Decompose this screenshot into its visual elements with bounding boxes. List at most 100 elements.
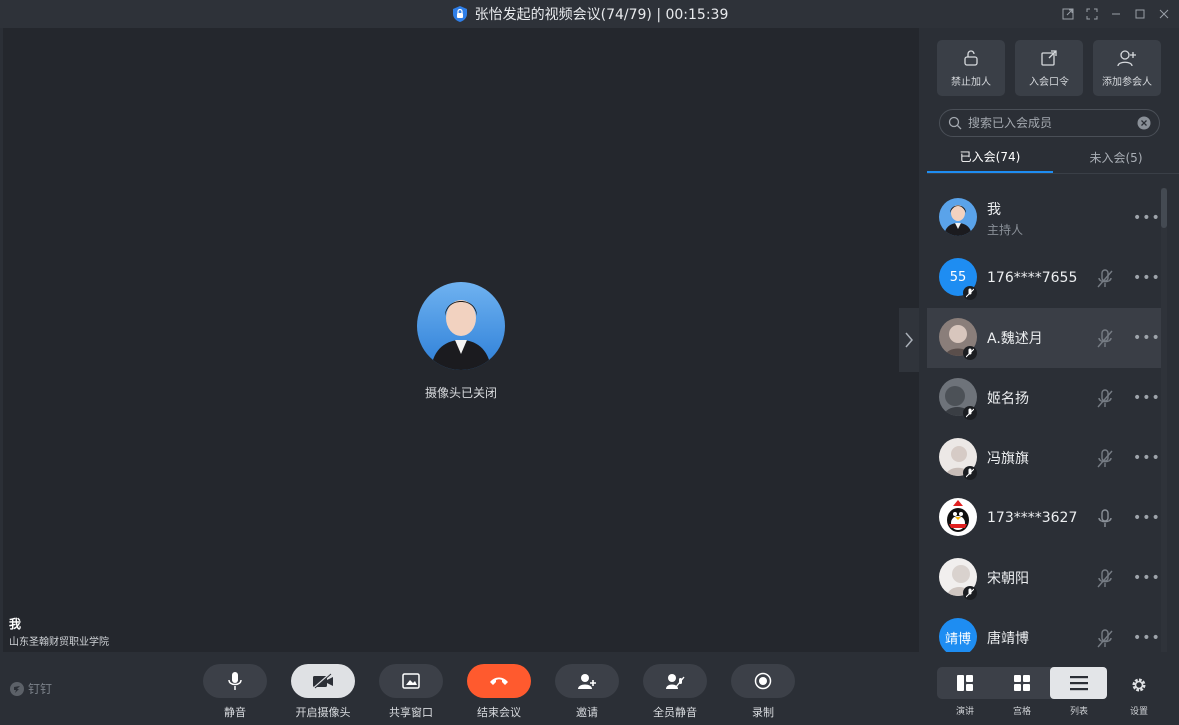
maximize-icon[interactable] xyxy=(1133,7,1147,21)
invite-label: 邀请 xyxy=(576,706,598,719)
mic-muted-icon[interactable] xyxy=(1095,628,1115,650)
member-name-block: 我 主持人 xyxy=(987,199,1023,238)
window-controls xyxy=(1061,0,1171,28)
record-label: 录制 xyxy=(752,706,774,719)
list-item[interactable]: 宋朝阳 ••• xyxy=(927,548,1163,608)
self-name-label: 我 xyxy=(9,617,22,631)
more-icon[interactable]: ••• xyxy=(1133,570,1161,586)
microphone-icon[interactable] xyxy=(1095,508,1115,530)
share-screen-icon xyxy=(402,673,420,689)
member-name-block: 姬名扬 xyxy=(987,388,1029,408)
title-bar: 张怡发起的视频会议(74/79) | 00:15:39 xyxy=(0,0,1179,28)
list-layout-icon xyxy=(1069,676,1088,691)
meeting-password-button[interactable]: 入会口令 xyxy=(1015,40,1083,96)
member-search-input[interactable] xyxy=(968,116,1131,130)
mic-muted-icon xyxy=(963,466,977,480)
mute-pill[interactable] xyxy=(203,664,267,698)
more-icon[interactable]: ••• xyxy=(1133,450,1161,466)
popout-icon[interactable] xyxy=(1061,7,1075,21)
lock-meeting-button[interactable]: 禁止加人 xyxy=(937,40,1005,96)
mute-button[interactable]: 静音 xyxy=(203,664,267,720)
end-pill[interactable] xyxy=(467,664,531,698)
share-window-button[interactable]: 共享窗口 xyxy=(379,664,443,720)
dingtalk-logo-icon xyxy=(10,681,24,696)
member-name-block: 173****3627 xyxy=(987,510,1077,526)
mute-all-button[interactable]: 全员静音 xyxy=(643,664,707,720)
more-icon[interactable]: ••• xyxy=(1133,210,1161,226)
share-pill[interactable] xyxy=(379,664,443,698)
mic-muted-icon[interactable] xyxy=(1095,268,1115,290)
external-link-icon xyxy=(1041,49,1057,66)
shield-icon xyxy=(452,6,467,22)
record-pill[interactable] xyxy=(731,664,795,698)
list-item[interactable]: 55 176****7655 ••• xyxy=(927,248,1163,308)
member-name-block: 176****7655 xyxy=(987,270,1077,286)
invite-pill[interactable] xyxy=(555,664,619,698)
more-icon[interactable]: ••• xyxy=(1133,510,1161,526)
add-participant-button[interactable]: 添加参会人 xyxy=(1093,40,1161,96)
list-item[interactable]: 173****3627 ••• xyxy=(927,488,1163,548)
member-name: 唐靖博 xyxy=(987,631,1029,647)
camera-off-icon xyxy=(313,673,333,689)
clear-icon[interactable] xyxy=(1137,116,1151,130)
scrollbar-thumb[interactable] xyxy=(1161,188,1167,228)
list-item[interactable]: 冯旗旗 ••• xyxy=(927,428,1163,488)
video-stage[interactable]: 摄像头已关闭 我 山东圣翰财贸职业学院 xyxy=(3,28,919,652)
settings-button[interactable]: 设置 xyxy=(1130,676,1148,717)
mic-muted-icon xyxy=(963,586,977,600)
invite-icon xyxy=(578,674,596,689)
member-name: 176****7655 xyxy=(987,270,1078,286)
add-user-icon xyxy=(1117,49,1136,66)
speaker-layout-button[interactable] xyxy=(937,667,994,699)
avatar xyxy=(939,198,977,236)
member-name-block: 宋朝阳 xyxy=(987,568,1029,588)
avatar-text: 靖博 xyxy=(939,618,977,652)
member-list-scrollbar[interactable] xyxy=(1161,188,1167,652)
more-icon[interactable]: ••• xyxy=(1133,330,1161,346)
microphone-icon xyxy=(228,672,242,690)
mute-label: 静音 xyxy=(224,706,246,719)
list-item[interactable]: 靖博 唐靖博 ••• xyxy=(927,608,1163,652)
list-layout-button[interactable] xyxy=(1050,667,1108,699)
member-search xyxy=(939,109,1160,137)
minimize-icon[interactable] xyxy=(1109,7,1123,21)
more-icon[interactable]: ••• xyxy=(1133,390,1161,406)
hang-up-icon xyxy=(490,677,508,685)
grid-layout-label: 宫格 xyxy=(1013,707,1032,717)
speaker-layout-label: 演讲 xyxy=(956,707,975,717)
list-item[interactable]: 姬名扬 ••• xyxy=(927,368,1163,428)
mic-muted-icon[interactable] xyxy=(1095,328,1115,350)
end-meeting-button[interactable]: 结束会议 xyxy=(467,664,531,720)
member-list: 我 主持人 ••• 55 176****7655 ••• A.魏述月 ••• 姬… xyxy=(927,188,1163,652)
more-icon[interactable]: ••• xyxy=(1133,630,1161,646)
grid-layout-button[interactable] xyxy=(994,667,1051,699)
record-button[interactable]: 录制 xyxy=(731,664,795,720)
tab-joined[interactable]: 已入会(74) xyxy=(927,142,1053,173)
member-name-block: 冯旗旗 xyxy=(987,448,1029,468)
fullscreen-icon[interactable] xyxy=(1085,7,1099,21)
app-logo-text: 钉钉 xyxy=(28,682,53,696)
list-item[interactable]: A.魏述月 ••• xyxy=(927,308,1163,368)
more-icon[interactable]: ••• xyxy=(1133,270,1161,286)
list-item[interactable]: 我 主持人 ••• xyxy=(927,188,1163,248)
mic-muted-icon xyxy=(963,286,977,300)
tab-not-joined[interactable]: 未入会(5) xyxy=(1053,142,1179,173)
avatar-wrap xyxy=(939,198,979,238)
mute-all-label: 全员静音 xyxy=(653,706,697,719)
camera-toggle-button[interactable]: 开启摄像头 xyxy=(291,664,355,720)
member-role: 主持人 xyxy=(987,222,1024,237)
window-title: 张怡发起的视频会议(74/79) | 00:15:39 xyxy=(474,7,729,23)
add-participant-label: 添加参会人 xyxy=(1102,76,1152,88)
invite-button[interactable]: 邀请 xyxy=(555,664,619,720)
panel-collapse-button[interactable] xyxy=(899,308,919,372)
mic-muted-icon[interactable] xyxy=(1095,388,1115,410)
self-video-placeholder: 摄像头已关闭 xyxy=(417,282,505,401)
avatar xyxy=(939,498,977,536)
close-icon[interactable] xyxy=(1157,7,1171,21)
camera-pill[interactable] xyxy=(291,664,355,698)
self-org-label: 山东圣翰财贸职业学院 xyxy=(9,637,109,648)
member-name: 冯旗旗 xyxy=(987,451,1029,467)
mic-muted-icon[interactable] xyxy=(1095,448,1115,470)
mute-all-pill[interactable] xyxy=(643,664,707,698)
mic-muted-icon[interactable] xyxy=(1095,568,1115,590)
